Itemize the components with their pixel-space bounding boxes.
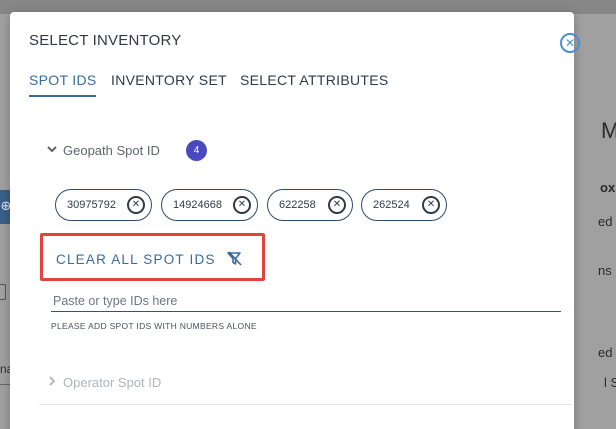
chevron-right-icon xyxy=(46,375,58,390)
clear-filter-icon xyxy=(226,251,242,266)
spot-id-chip-label: 30975792 xyxy=(67,199,116,211)
clear-all-spot-ids-button[interactable]: CLEAR ALL SPOT IDS xyxy=(56,250,244,268)
background-text-fragment: ed xyxy=(598,214,613,229)
spot-id-chip: 622258 ✕ xyxy=(267,189,353,221)
remove-chip-icon[interactable]: ✕ xyxy=(233,196,251,214)
select-inventory-modal: SELECT INVENTORY ✕ SPOT IDS INVENTORY SE… xyxy=(10,12,580,429)
spot-id-chip-label: 262524 xyxy=(373,199,410,211)
close-icon[interactable]: ✕ xyxy=(560,33,580,53)
active-tab-indicator xyxy=(29,95,96,97)
background-checkbox xyxy=(0,284,6,300)
clear-all-label: CLEAR ALL SPOT IDS xyxy=(56,251,216,267)
geopath-section-label: Geopath Spot ID xyxy=(63,143,160,158)
section-divider xyxy=(39,404,572,405)
spot-id-chip: 30975792 ✕ xyxy=(55,189,152,221)
spot-id-chip: 14924668 ✕ xyxy=(161,189,258,221)
background-text-fragment: l S xyxy=(604,375,616,390)
tab-select-attributes[interactable]: SELECT ATTRIBUTES xyxy=(240,72,389,88)
tab-inventory-set[interactable]: INVENTORY SET xyxy=(111,72,227,88)
tab-spot-ids[interactable]: SPOT IDS xyxy=(29,72,97,88)
background-text-fragment: ed xyxy=(598,345,613,360)
remove-chip-icon[interactable]: ✕ xyxy=(422,196,440,214)
spot-id-chip-label: 14924668 xyxy=(173,199,222,211)
background-heading-fragment: M xyxy=(601,118,616,143)
spot-id-count-badge: 4 xyxy=(186,140,207,161)
modal-title: SELECT INVENTORY xyxy=(29,32,182,49)
spot-ids-input[interactable] xyxy=(51,290,561,312)
background-text-fragment: ox xyxy=(600,180,616,195)
chevron-down-icon xyxy=(46,143,58,158)
background-divider xyxy=(0,384,10,385)
spot-id-chip-label: 622258 xyxy=(279,199,316,211)
background-text-fragment: ns xyxy=(598,263,612,278)
remove-chip-icon[interactable]: ✕ xyxy=(127,196,145,214)
spot-id-chip: 262524 ✕ xyxy=(361,189,447,221)
operator-section-label: Operator Spot ID xyxy=(63,375,162,390)
input-helper-text: PLEASE ADD SPOT IDS WITH NUMBERS ALONE xyxy=(51,321,257,331)
remove-chip-icon[interactable]: ✕ xyxy=(328,196,346,214)
